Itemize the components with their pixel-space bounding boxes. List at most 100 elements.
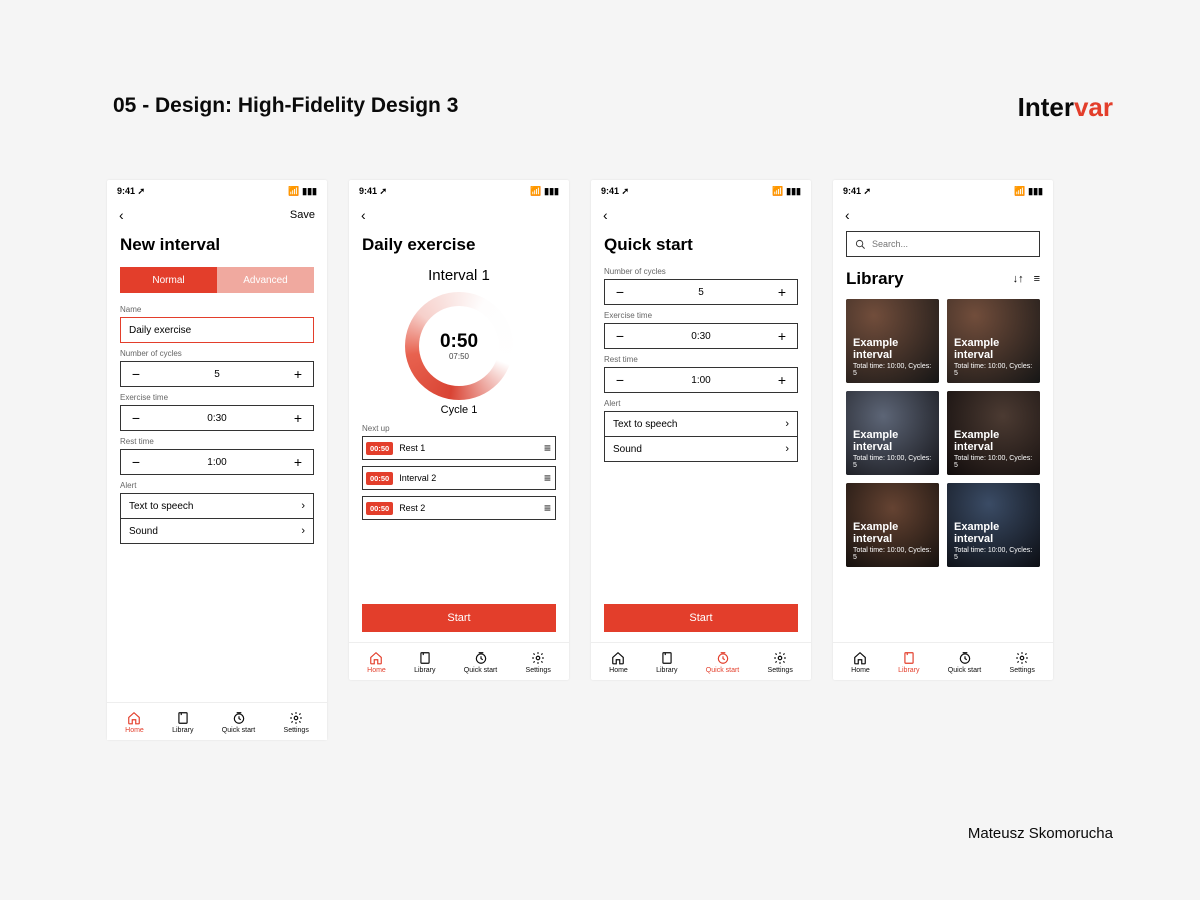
screen-library: 9:41 ➚ 📶 ▮▮▮ ‹ Library ↓↑ ≡ Example inte… bbox=[833, 180, 1053, 680]
status-time: 9:41 ➚ bbox=[117, 186, 145, 197]
queue-badge: 00:50 bbox=[366, 442, 393, 455]
queue-badge: 00:50 bbox=[366, 502, 393, 515]
brand-part2: var bbox=[1074, 92, 1113, 122]
search-input[interactable] bbox=[872, 239, 1031, 249]
nav-library[interactable]: Library bbox=[172, 711, 193, 734]
queue-badge: 00:50 bbox=[366, 472, 393, 485]
exercise-stepper: − 0:30 + bbox=[120, 405, 314, 431]
list-view-icon[interactable]: ≡ bbox=[1034, 273, 1040, 285]
alert-label: Alert bbox=[120, 481, 314, 490]
plus-button[interactable]: + bbox=[283, 406, 313, 430]
nav-quickstart[interactable]: Quick start bbox=[706, 651, 739, 674]
page-title: Daily exercise bbox=[362, 235, 556, 255]
brand-logo: Intervar bbox=[1018, 92, 1113, 123]
queue-item[interactable]: 00:50 Interval 2 ≡ bbox=[362, 466, 556, 490]
timer-total: 07:50 bbox=[440, 352, 478, 361]
rest-label: Rest time bbox=[120, 437, 314, 446]
library-card[interactable]: Example intervalTotal time: 10:00, Cycle… bbox=[947, 483, 1040, 567]
library-card[interactable]: Example intervalTotal time: 10:00, Cycle… bbox=[947, 299, 1040, 383]
nav-home[interactable]: Home bbox=[851, 651, 870, 674]
start-button[interactable]: Start bbox=[362, 604, 556, 632]
screen-daily-exercise: 9:41 ➚ 📶 ▮▮▮ ‹ Daily exercise Interval 1… bbox=[349, 180, 569, 680]
chevron-right-icon: › bbox=[785, 418, 789, 430]
drag-handle-icon[interactable]: ≡ bbox=[544, 471, 549, 485]
name-input[interactable] bbox=[120, 317, 314, 343]
nav-settings[interactable]: Settings bbox=[768, 651, 793, 674]
alert-tts-row[interactable]: Text to speech › bbox=[120, 493, 314, 519]
current-interval-name: Interval 1 bbox=[362, 267, 556, 284]
nav-quickstart[interactable]: Quick start bbox=[948, 651, 981, 674]
nav-home[interactable]: Home bbox=[367, 651, 386, 674]
tab-advanced[interactable]: Advanced bbox=[217, 267, 314, 293]
screen-quick-start: 9:41 ➚ 📶 ▮▮▮ ‹ Quick start Number of cyc… bbox=[591, 180, 811, 680]
queue-name: Rest 1 bbox=[399, 443, 538, 453]
back-button[interactable]: ‹ bbox=[361, 207, 366, 223]
tab-normal[interactable]: Normal bbox=[120, 267, 217, 293]
drag-handle-icon[interactable]: ≡ bbox=[544, 441, 549, 455]
minus-button[interactable]: − bbox=[121, 362, 151, 386]
page-title: New interval bbox=[120, 235, 314, 255]
status-bar: 9:41 ➚ 📶 ▮▮▮ bbox=[107, 180, 327, 197]
rest-value: 1:00 bbox=[151, 457, 283, 468]
rest-label: Rest time bbox=[604, 355, 798, 364]
library-card[interactable]: Example intervalTotal time: 10:00, Cycle… bbox=[947, 391, 1040, 475]
mode-segmented-control: Normal Advanced bbox=[120, 267, 314, 293]
status-time: 9:41 ➚ bbox=[843, 186, 871, 197]
nav-settings[interactable]: Settings bbox=[526, 651, 551, 674]
plus-button[interactable]: + bbox=[283, 362, 313, 386]
bottom-nav: Home Library Quick start Settings bbox=[349, 642, 569, 680]
back-button[interactable]: ‹ bbox=[845, 207, 850, 223]
cycles-value: 5 bbox=[151, 369, 283, 380]
alert-tts-label: Text to speech bbox=[613, 419, 677, 430]
sort-icon[interactable]: ↓↑ bbox=[1013, 273, 1024, 285]
alert-sound-row[interactable]: Sound › bbox=[120, 518, 314, 544]
back-button[interactable]: ‹ bbox=[603, 207, 608, 223]
drag-handle-icon[interactable]: ≡ bbox=[544, 501, 549, 515]
library-card[interactable]: Example intervalTotal time: 10:00, Cycle… bbox=[846, 483, 939, 567]
exercise-stepper: − 0:30 + bbox=[604, 323, 798, 349]
chevron-right-icon: › bbox=[785, 443, 789, 455]
nav-quickstart[interactable]: Quick start bbox=[222, 711, 255, 734]
back-button[interactable]: ‹ bbox=[119, 207, 124, 223]
nav-quickstart[interactable]: Quick start bbox=[464, 651, 497, 674]
nav-library[interactable]: Library bbox=[898, 651, 919, 674]
nav-library[interactable]: Library bbox=[656, 651, 677, 674]
minus-button[interactable]: − bbox=[605, 368, 635, 392]
minus-button[interactable]: − bbox=[605, 280, 635, 304]
author-name: Mateusz Skomorucha bbox=[968, 825, 1113, 842]
save-button[interactable]: Save bbox=[290, 209, 315, 221]
search-field[interactable] bbox=[846, 231, 1040, 257]
chevron-right-icon: › bbox=[301, 500, 305, 512]
search-icon bbox=[855, 239, 866, 250]
page-title: Library bbox=[846, 269, 904, 289]
name-label: Name bbox=[120, 305, 314, 314]
queue-item[interactable]: 00:50 Rest 2 ≡ bbox=[362, 496, 556, 520]
alert-sound-label: Sound bbox=[129, 526, 158, 537]
nav-home[interactable]: Home bbox=[125, 711, 144, 734]
bottom-nav: Home Library Quick start Settings bbox=[833, 642, 1053, 680]
exercise-label: Exercise time bbox=[120, 393, 314, 402]
plus-button[interactable]: + bbox=[283, 450, 313, 474]
plus-button[interactable]: + bbox=[767, 368, 797, 392]
plus-button[interactable]: + bbox=[767, 280, 797, 304]
start-button[interactable]: Start bbox=[604, 604, 798, 632]
brand-part1: Inter bbox=[1018, 92, 1074, 122]
status-bar: 9:41 ➚ 📶 ▮▮▮ bbox=[591, 180, 811, 197]
alert-tts-row[interactable]: Text to speech › bbox=[604, 411, 798, 437]
minus-button[interactable]: − bbox=[121, 406, 151, 430]
library-card[interactable]: Example intervalTotal time: 10:00, Cycle… bbox=[846, 299, 939, 383]
bottom-nav: Home Library Quick start Settings bbox=[591, 642, 811, 680]
nav-home[interactable]: Home bbox=[609, 651, 628, 674]
plus-button[interactable]: + bbox=[767, 324, 797, 348]
slide-title: 05 - Design: High-Fidelity Design 3 bbox=[113, 94, 458, 118]
alert-sound-row[interactable]: Sound › bbox=[604, 436, 798, 462]
minus-button[interactable]: − bbox=[121, 450, 151, 474]
queue-item[interactable]: 00:50 Rest 1 ≡ bbox=[362, 436, 556, 460]
nav-settings[interactable]: Settings bbox=[1010, 651, 1035, 674]
alert-tts-label: Text to speech bbox=[129, 501, 193, 512]
nav-library[interactable]: Library bbox=[414, 651, 435, 674]
status-icons: 📶 ▮▮▮ bbox=[1014, 186, 1043, 197]
library-card[interactable]: Example intervalTotal time: 10:00, Cycle… bbox=[846, 391, 939, 475]
nav-settings[interactable]: Settings bbox=[284, 711, 309, 734]
minus-button[interactable]: − bbox=[605, 324, 635, 348]
